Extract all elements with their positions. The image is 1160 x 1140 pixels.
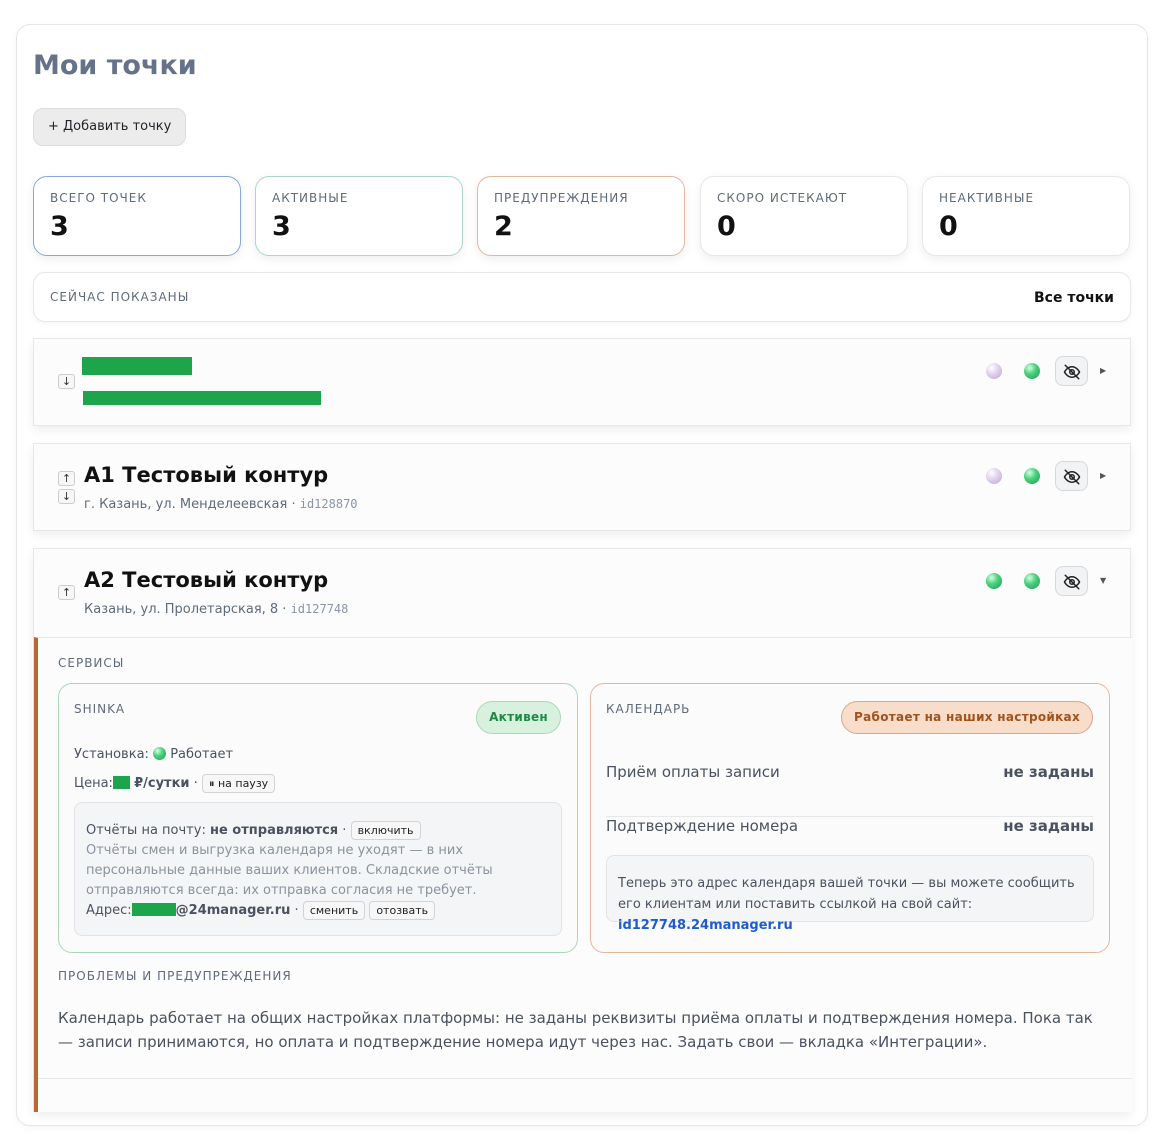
change-address-button[interactable]: сменить (302, 901, 366, 920)
stat-label: АКТИВНЫЕ (272, 191, 349, 205)
point-id: id128870 (299, 497, 358, 511)
reports-box: Отчёты на почту: не отправляются · включ… (74, 802, 562, 936)
redacted-address (131, 903, 176, 916)
hide-eye-icon[interactable] (1055, 356, 1088, 386)
address-row: Адрес: @24manager.ru · сменить отозвать (86, 901, 550, 921)
stat-label: ПРЕДУПРЕЖДЕНИЯ (494, 191, 629, 205)
install-label: Установка: (74, 747, 149, 762)
address-domain: @24manager.ru (175, 903, 291, 918)
lilac-dot-icon (986, 363, 1002, 379)
point-card[interactable]: ↓ ▶ (33, 338, 1131, 426)
point-address-text: Казань, ул. Пролетарская, 8 · (84, 602, 291, 617)
collapse-caret-icon[interactable]: ▼ (1100, 576, 1106, 585)
problems-heading: ПРОБЛЕМЫ И ПРЕДУПРЕЖДЕНИЯ (58, 969, 292, 983)
stat-inactive: НЕАКТИВНЫЕ 0 (922, 176, 1130, 256)
green-dot-icon (153, 747, 167, 760)
point-title: А2 Тестовый контур (84, 568, 329, 592)
stat-value: 0 (717, 211, 736, 242)
point-card-header[interactable]: ↑ ↓ А1 Тестовый контур г. Казань, ул. Ме… (34, 444, 1130, 532)
point-address-text: г. Казань, ул. Менделеевская · (84, 497, 300, 512)
stat-total: ВСЕГО ТОЧЕК 3 (33, 176, 241, 256)
services-heading: СЕРВИСЫ (58, 656, 125, 670)
point-address: Казань, ул. Пролетарская, 8 · id127748 (84, 602, 348, 617)
stat-warnings: ПРЕДУПРЕЖДЕНИЯ 2 (477, 176, 685, 256)
reports-row: Отчёты на почту: не отправляются · включ… (86, 821, 550, 841)
redacted-price (112, 776, 130, 789)
service-card-calendar: КАЛЕНДАРЬ Работает на наших настройках П… (590, 683, 1110, 953)
setting-label: Подтверждение номера (606, 817, 799, 835)
hide-eye-icon[interactable] (1055, 461, 1088, 491)
service-card-shinka: SHINKA Активен Установка: Работает Цена:… (58, 683, 578, 953)
install-row: Установка: Работает (74, 747, 233, 762)
separator: · (342, 823, 347, 838)
page-title: Мои точки (33, 50, 197, 81)
revoke-address-button[interactable]: отозвать (369, 901, 436, 920)
point-card[interactable]: ↑ ↓ А1 Тестовый контур г. Казань, ул. Ме… (33, 443, 1131, 531)
service-name: SHINKA (74, 702, 126, 716)
point-address: г. Казань, ул. Менделеевская · id128870 (84, 497, 358, 512)
separator: · (193, 776, 198, 791)
status-badge: Активен (476, 701, 561, 734)
calendar-setting-row: Приём оплаты записи не заданы (606, 763, 1094, 817)
expand-caret-icon[interactable]: ▶ (1100, 471, 1106, 480)
green-dot-icon (986, 573, 1002, 589)
stat-label: ВСЕГО ТОЧЕК (50, 191, 147, 205)
green-dot-icon (1024, 468, 1040, 484)
price-row: Цена: ₽/сутки · ⏸ на паузу (74, 774, 276, 793)
stat-active: АКТИВНЫЕ 3 (255, 176, 463, 256)
separator: · (294, 903, 299, 918)
stat-value: 3 (272, 211, 291, 242)
calendar-link[interactable]: id127748.24manager.ru (618, 918, 793, 933)
stat-label: НЕАКТИВНЫЕ (939, 191, 1035, 205)
stat-label: СКОРО ИСТЕКАЮТ (717, 191, 848, 205)
install-value: Работает (170, 747, 234, 762)
hide-eye-icon[interactable] (1055, 566, 1088, 596)
shown-filter-label: СЕЙЧАС ПОКАЗАНЫ (50, 290, 190, 304)
setting-value: не заданы (1003, 817, 1094, 835)
stats-row: ВСЕГО ТОЧЕК 3 АКТИВНЫЕ 3 ПРЕДУПРЕЖДЕНИЯ … (33, 176, 1131, 256)
divider (38, 1078, 1132, 1079)
reports-value: не отправляются (209, 823, 339, 838)
setting-value: не заданы (1003, 763, 1094, 781)
price-label: Цена: (74, 776, 113, 791)
add-point-button[interactable]: + Добавить точку (33, 108, 187, 146)
stat-value: 3 (50, 211, 69, 242)
calendar-setting-row: Подтверждение номера не заданы (606, 817, 1094, 847)
point-card-header[interactable]: ↓ ▶ (34, 339, 1130, 427)
point-card-header[interactable]: ↑ А2 Тестовый контур Казань, ул. Пролета… (34, 549, 1130, 637)
price-unit: ₽/сутки (134, 776, 190, 791)
calendar-note: Теперь это адрес календаря вашей точки —… (606, 855, 1094, 933)
move-up-button[interactable]: ↑ (58, 585, 75, 600)
point-title: А1 Тестовый контур (84, 463, 329, 487)
problems-text: Календарь работает на общих настройках п… (58, 1009, 1093, 1051)
green-dot-icon (1024, 573, 1040, 589)
shown-filter-value[interactable]: Все точки (1034, 290, 1114, 306)
pause-button[interactable]: ⏸ на паузу (201, 774, 276, 793)
lilac-dot-icon (986, 468, 1002, 484)
expand-caret-icon[interactable]: ▶ (1100, 366, 1106, 375)
stat-value: 2 (494, 211, 513, 242)
enable-reports-button[interactable]: включить (350, 821, 421, 840)
move-down-button[interactable]: ↓ (58, 489, 75, 504)
stat-value: 0 (939, 211, 958, 242)
stat-expiring: СКОРО ИСТЕКАЮТ 0 (700, 176, 908, 256)
redacted-subtitle (83, 391, 321, 405)
redacted-title (82, 357, 192, 375)
point-card-expanded[interactable]: ↑ А2 Тестовый контур Казань, ул. Пролета… (33, 548, 1132, 1112)
move-up-button[interactable]: ↑ (58, 471, 75, 486)
shown-filter-bar[interactable]: СЕЙЧАС ПОКАЗАНЫ Все точки (33, 272, 1131, 322)
reports-label: Отчёты на почту: (86, 823, 206, 838)
point-details: СЕРВИСЫ SHINKA Активен Установка: Работа… (34, 637, 1132, 1112)
move-down-button[interactable]: ↓ (58, 374, 75, 389)
reports-note: Отчёты смен и выгрузка календаря не уход… (86, 843, 493, 898)
service-name: КАЛЕНДАРЬ (606, 702, 691, 716)
status-badge: Работает на наших настройках (841, 701, 1093, 734)
green-dot-icon (1024, 363, 1040, 379)
address-label: Адрес: (86, 903, 132, 918)
calendar-note-text: Теперь это адрес календаря вашей точки —… (618, 876, 1075, 912)
setting-label: Приём оплаты записи (606, 763, 780, 781)
point-id: id127748 (290, 602, 349, 616)
